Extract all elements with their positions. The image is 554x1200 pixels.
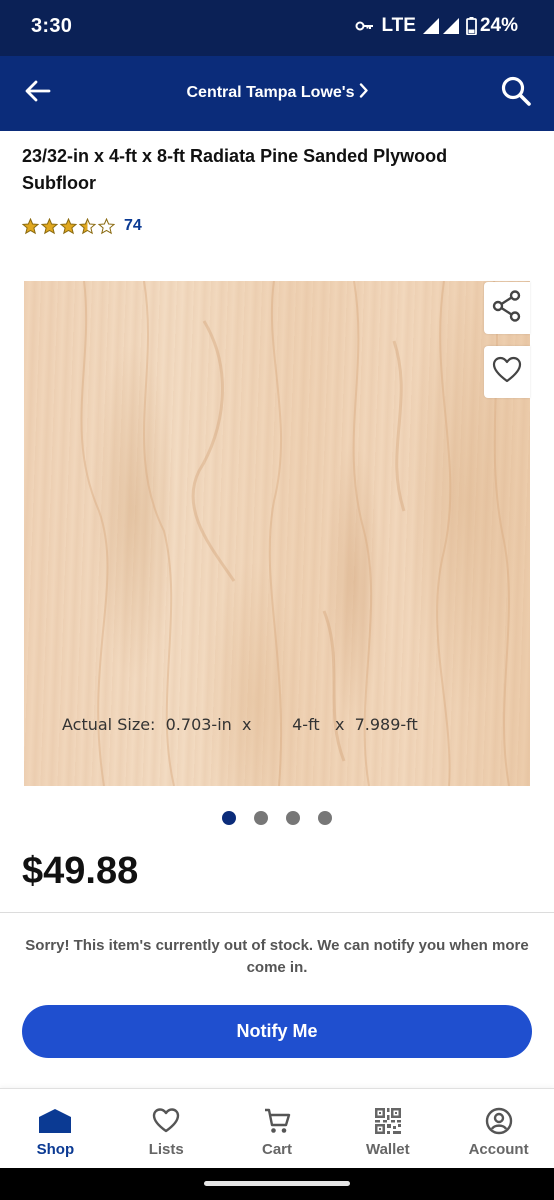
network-label: LTE	[381, 15, 416, 36]
account-icon	[485, 1107, 513, 1135]
image-pager[interactable]	[0, 811, 554, 825]
search-icon	[500, 75, 532, 112]
rating-stars	[21, 217, 117, 235]
notify-me-button[interactable]: Notify Me	[22, 1005, 532, 1058]
store-selector[interactable]: Central Tampa Lowe's	[0, 83, 554, 103]
home-handle[interactable]	[204, 1181, 350, 1186]
favorite-button[interactable]	[484, 346, 530, 398]
signal-icon	[442, 17, 460, 35]
star-icon	[40, 217, 59, 235]
key-icon	[355, 19, 375, 33]
bottom-nav: Shop Lists Cart Wallet Account	[0, 1088, 554, 1168]
nav-label: Cart	[261, 1141, 292, 1158]
pager-dot[interactable]	[318, 811, 332, 825]
store-name: Central Tampa Lowe's	[186, 84, 355, 101]
nav-wallet[interactable]: Wallet	[332, 1089, 443, 1168]
divider	[0, 912, 554, 913]
app-header: Central Tampa Lowe's	[0, 56, 554, 131]
chevron-right-icon	[359, 83, 368, 103]
share-icon	[492, 289, 522, 327]
star-icon	[97, 217, 116, 235]
product-price: $49.88	[22, 850, 139, 892]
nav-lists[interactable]: Lists	[111, 1089, 222, 1168]
nav-label: Shop	[36, 1141, 75, 1158]
store-icon	[37, 1107, 73, 1135]
battery-icon	[466, 17, 477, 35]
nav-label: Lists	[148, 1141, 184, 1158]
pager-dot[interactable]	[222, 811, 236, 825]
image-caption: Actual Size: 0.703-in x 4-ft x 7.989-ft	[62, 715, 418, 734]
nav-label: Account	[468, 1141, 529, 1158]
search-button[interactable]	[496, 73, 536, 113]
heart-icon	[492, 356, 522, 389]
out-of-stock-message: Sorry! This item's currently out of stoc…	[25, 937, 529, 976]
pager-dot[interactable]	[254, 811, 268, 825]
qr-code-icon	[374, 1107, 402, 1135]
product-image[interactable]: Actual Size: 0.703-in x 4-ft x 7.989-ft	[24, 281, 530, 786]
status-icons: LTE 24%	[355, 15, 518, 37]
nav-shop[interactable]: Shop	[0, 1089, 111, 1168]
wood-grain-texture	[80, 281, 510, 786]
status-time: 3:30	[31, 15, 73, 37]
heart-icon	[152, 1107, 180, 1135]
system-gesture-bar	[0, 1168, 554, 1200]
share-button[interactable]	[484, 282, 530, 334]
star-icon	[59, 217, 78, 235]
pager-dot[interactable]	[286, 811, 300, 825]
status-bar: 3:30 LTE 24%	[0, 0, 554, 56]
review-count[interactable]: 74	[124, 217, 142, 235]
product-title: 23/32-in x 4-ft x 8-ft Radiata Pine Sand…	[22, 146, 448, 193]
signal-icon	[422, 17, 440, 35]
nav-label: Wallet	[365, 1141, 410, 1158]
star-icon	[21, 217, 40, 235]
nav-cart[interactable]: Cart	[222, 1089, 333, 1168]
nav-account[interactable]: Account	[443, 1089, 554, 1168]
product-rating[interactable]: 74	[21, 217, 142, 235]
battery-level: 24%	[479, 15, 518, 36]
star-icon	[78, 217, 97, 235]
cart-icon	[263, 1107, 291, 1135]
